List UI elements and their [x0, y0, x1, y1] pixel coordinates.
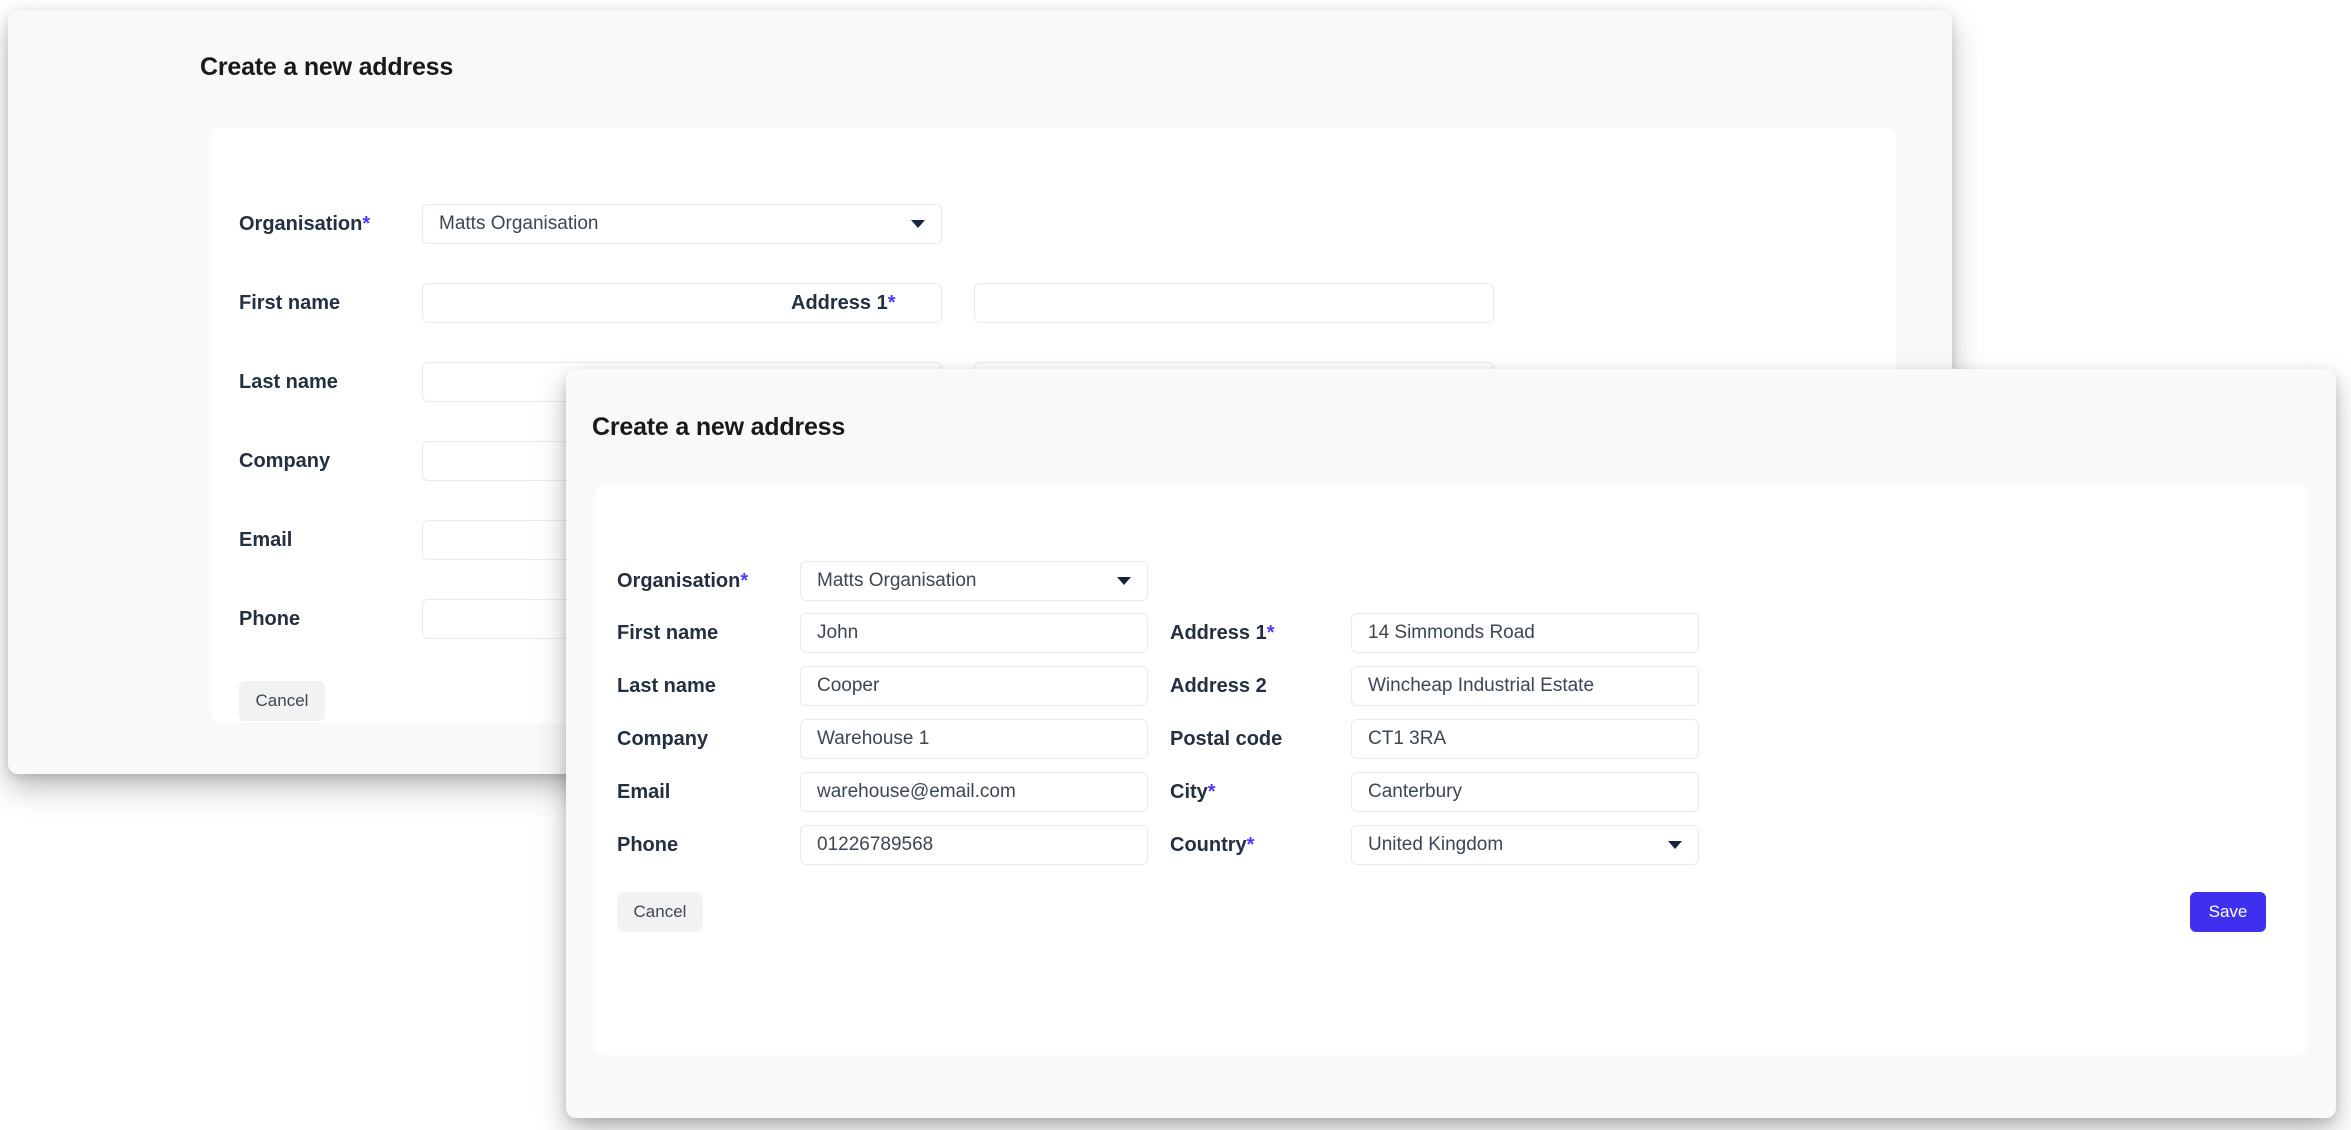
field-label-first-name: First name	[239, 292, 340, 315]
organisation-value: Matts Organisation	[439, 213, 598, 235]
email-input[interactable]: warehouse@email.com	[800, 772, 1148, 812]
field-label-address-1: Address 1*	[791, 292, 896, 315]
postal-code-value: CT1 3RA	[1368, 728, 1446, 750]
page-title: Create a new address	[200, 53, 453, 82]
field-label-last-name: Last name	[617, 675, 716, 698]
field-label-phone: Phone	[239, 608, 300, 631]
required-asterisk: *	[888, 292, 896, 314]
company-value: Warehouse 1	[817, 728, 929, 750]
field-label-email: Email	[239, 529, 292, 552]
last-name-input[interactable]: Cooper	[800, 666, 1148, 706]
required-asterisk: *	[1247, 834, 1255, 856]
first-name-value: John	[817, 622, 858, 644]
field-label-postal-code: Postal code	[1170, 728, 1282, 751]
country-select[interactable]: United Kingdom	[1351, 825, 1699, 865]
field-label-company: Company	[617, 728, 708, 751]
city-value: Canterbury	[1368, 781, 1462, 803]
required-asterisk: *	[362, 213, 370, 235]
form-row: Organisation* Matts Organisation	[595, 561, 2308, 601]
phone-input[interactable]: 01226789568	[800, 825, 1148, 865]
organisation-select[interactable]: Matts Organisation	[422, 204, 942, 244]
field-label-address-2: Address 2	[1170, 675, 1267, 698]
form-row: Organisation* Matts Organisation	[211, 204, 1896, 244]
address-2-value: Wincheap Industrial Estate	[1368, 675, 1594, 697]
field-label-organisation: Organisation*	[239, 213, 370, 236]
field-label-address-1: Address 1*	[1170, 622, 1275, 645]
chevron-down-icon	[1117, 577, 1131, 585]
organisation-select[interactable]: Matts Organisation	[800, 561, 1148, 601]
city-input[interactable]: Canterbury	[1351, 772, 1699, 812]
email-value: warehouse@email.com	[817, 781, 1016, 803]
address-1-value: 14 Simmonds Road	[1368, 622, 1535, 644]
company-input[interactable]: Warehouse 1	[800, 719, 1148, 759]
phone-value: 01226789568	[817, 834, 933, 856]
field-label-country: Country*	[1170, 834, 1254, 857]
cancel-button[interactable]: Cancel	[617, 892, 703, 932]
address-1-input[interactable]: 14 Simmonds Road	[1351, 613, 1699, 653]
last-name-value: Cooper	[817, 675, 879, 697]
form-row: Company Warehouse 1 Postal code CT1 3RA	[595, 719, 2308, 759]
save-button[interactable]: Save	[2190, 892, 2266, 932]
required-asterisk: *	[1208, 781, 1216, 803]
field-label-company: Company	[239, 450, 330, 473]
address-2-input[interactable]: Wincheap Industrial Estate	[1351, 666, 1699, 706]
form-panel: Organisation* Matts Organisation First n…	[595, 485, 2308, 1055]
form-row: Last name Cooper Address 2 Wincheap Indu…	[595, 666, 2308, 706]
organisation-value: Matts Organisation	[817, 570, 976, 592]
address-1-input[interactable]	[974, 283, 1494, 323]
field-label-first-name: First name	[617, 622, 718, 645]
create-address-dialog-foreground: Create a new address Organisation* Matts…	[566, 369, 2336, 1118]
form-row: Phone 01226789568 Country* United Kingdo…	[595, 825, 2308, 865]
field-label-phone: Phone	[617, 834, 678, 857]
field-label-last-name: Last name	[239, 371, 338, 394]
chevron-down-icon	[911, 220, 925, 228]
country-value: United Kingdom	[1368, 834, 1503, 856]
page-title: Create a new address	[592, 413, 845, 442]
form-row: First name Address 1*	[211, 283, 1896, 323]
cancel-button[interactable]: Cancel	[239, 681, 325, 721]
field-label-email: Email	[617, 781, 670, 804]
required-asterisk: *	[1267, 622, 1275, 644]
postal-code-input[interactable]: CT1 3RA	[1351, 719, 1699, 759]
form-row: Email warehouse@email.com City* Canterbu…	[595, 772, 2308, 812]
field-label-city: City*	[1170, 781, 1216, 804]
field-label-organisation: Organisation*	[617, 570, 748, 593]
form-row: First name John Address 1* 14 Simmonds R…	[595, 613, 2308, 653]
required-asterisk: *	[740, 570, 748, 592]
chevron-down-icon	[1668, 841, 1682, 849]
first-name-input[interactable]: John	[800, 613, 1148, 653]
